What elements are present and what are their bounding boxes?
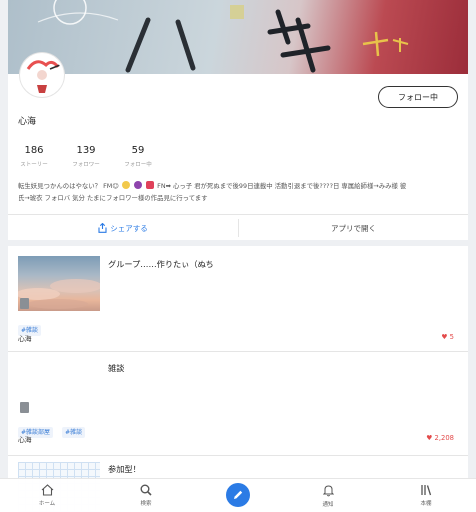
profile-action-row: シェアする アプリで開く [8,214,468,240]
stat-following[interactable]: 59 フォロー中 [112,145,164,168]
profile-card: フォロー中 心海 186 ストーリー 139 フォロワー 59 フォロー中 転生… [8,0,468,240]
tab-notifications-label: 通知 [322,502,334,508]
stat-stories[interactable]: 186 ストーリー [8,145,60,168]
story-item[interactable]: グループ……作りたぃ（ぬち #雑談 心海 ♥ 5 [8,246,468,350]
avatar[interactable] [20,53,64,97]
following-button[interactable]: フォロー中 [378,86,458,108]
compose-button[interactable] [226,483,250,507]
bell-icon [322,485,334,497]
tab-notifications[interactable]: 通知 [298,479,358,512]
story-title[interactable]: 参加型！ [108,463,141,475]
story-title[interactable]: 雑談 [108,362,124,374]
heart-emoji-icon [146,181,155,189]
story-author[interactable]: 心海 [18,434,32,444]
bio-line-2: FN➡ 心っ子 君が死ぬまで後99日連載中 活動引退まで後????日 専属絵師様… [157,182,407,190]
heart-icon: ♥ [426,434,433,442]
tab-home[interactable]: ホーム [17,479,77,512]
share-icon [98,223,107,233]
home-icon [41,484,53,496]
tab-home-label: ホーム [38,501,56,507]
stat-followers-label: フォロワー [72,162,100,168]
story-list: グループ……作りたぃ（ぬち #雑談 心海 ♥ 5 雑談 #雑談部屋 #雑談 心海 [8,246,468,512]
devil-emoji-icon [134,181,143,189]
story-tags: #雑談部屋 #雑談 [18,419,89,438]
stat-following-count: 59 [131,145,145,156]
story-thumbnail[interactable] [18,360,100,415]
smile-emoji-icon [122,181,131,189]
story-tag[interactable]: #雑談 [62,427,86,438]
tab-search-label: 検索 [140,501,152,507]
stat-stories-count: 186 [24,145,44,156]
story-item[interactable]: 雑談 #雑談部屋 #雑談 心海 ♥ 2,208 [8,352,468,454]
story-author[interactable]: 心海 [18,333,32,343]
story-tags: #雑談 [18,317,45,336]
profile-stats: 186 ストーリー 139 フォロワー 59 フォロー中 [8,145,208,169]
story-title[interactable]: グループ……作りたぃ（ぬち [108,258,214,270]
bookshelf-icon [421,485,432,496]
tab-bookshelf[interactable]: 本棚 [396,479,456,512]
share-button[interactable]: シェアする [8,215,238,241]
story-like-count: 5 [449,333,454,341]
story-like-count: 2,208 [434,434,454,442]
bio-line-1: 転生妖見つかんのはやない？ FM☺ [18,182,119,190]
profile-bio: 転生妖見つかんのはやない？ FM☺ FN➡ 心っ子 君が死ぬまで後99日連載中 … [18,180,462,204]
profile-name: 心海 [18,117,37,127]
stat-stories-label: ストーリー [20,162,48,168]
share-label: シェアする [110,223,148,233]
story-type-icon [20,402,29,413]
tab-bookshelf-label: 本棚 [420,501,432,507]
story-likes: ♥ 2,208 [426,434,454,442]
search-icon [140,484,152,496]
bio-line-3: 氏→琥衣 フォロバ 気分 たまにフォロワー様の作品見に行ってます [18,194,208,202]
cover-image [8,0,468,74]
heart-icon: ♥ [441,333,448,341]
pencil-icon [234,490,243,499]
story-type-icon [20,298,29,309]
stat-followers-count: 139 [76,145,96,156]
stat-following-label: フォロー中 [124,162,152,168]
story-likes: ♥ 5 [441,333,454,341]
open-app-label: アプリで開く [331,223,376,233]
stat-followers[interactable]: 139 フォロワー [60,145,112,168]
tab-search[interactable]: 検索 [116,479,176,512]
story-thumbnail[interactable] [18,256,100,311]
open-in-app-button[interactable]: アプリで開く [239,215,468,241]
profile-screen: フォロー中 心海 186 ストーリー 139 フォロワー 59 フォロー中 転生… [0,0,476,512]
